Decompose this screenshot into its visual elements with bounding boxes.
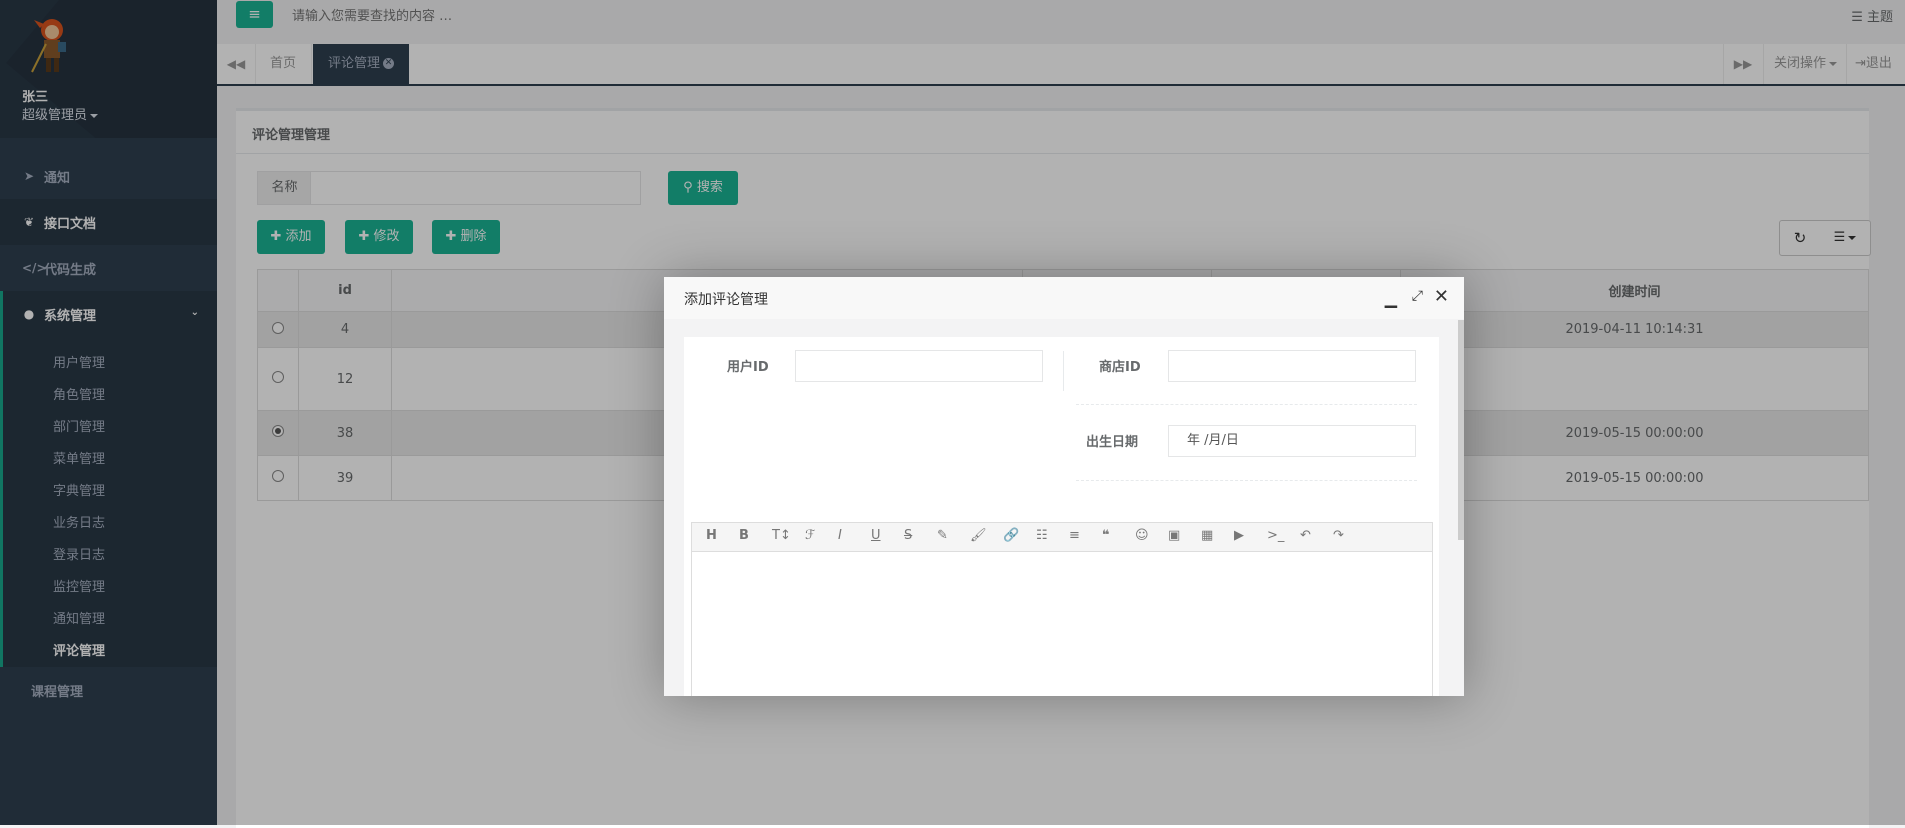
dialog-scrollbar[interactable] <box>1458 320 1464 540</box>
video-icon[interactable]: ▶ <box>1234 528 1244 543</box>
rich-text-editor[interactable] <box>691 551 1433 696</box>
align-icon[interactable]: ≡ <box>1069 528 1080 543</box>
editor-toolbar: H B T↕ ℱ I U S ✎ 🖌 🔗 ☷ ≡ ❝ ☺ ▣ ▦ ▶ >_ ↶ … <box>691 522 1433 552</box>
italic-icon[interactable]: I <box>838 528 842 543</box>
add-comment-dialog: 添加评论管理 ▁ ⤢ ✕ 用户ID 商店ID 出生日期 年 /月/日 H B T… <box>664 277 1464 696</box>
image-icon[interactable]: ▣ <box>1168 528 1180 543</box>
shop-id-label: 商店ID <box>1099 360 1141 375</box>
quote-icon[interactable]: ❝ <box>1102 528 1110 543</box>
redo-icon[interactable]: ↷ <box>1333 528 1344 543</box>
comment-form: 用户ID 商店ID 出生日期 年 /月/日 H B T↕ ℱ I U S ✎ 🖌… <box>684 337 1439 696</box>
font-icon[interactable]: ℱ <box>805 528 815 543</box>
birth-date-input[interactable]: 年 /月/日 <box>1168 425 1416 457</box>
divider <box>1063 351 1064 391</box>
list-ul-icon[interactable]: ☷ <box>1036 528 1048 543</box>
underline-icon[interactable]: U <box>871 528 881 543</box>
emoji-icon[interactable]: ☺ <box>1135 528 1149 543</box>
undo-icon[interactable]: ↶ <box>1300 528 1311 543</box>
text-size-icon[interactable]: T↕ <box>772 528 791 543</box>
minimize-icon[interactable]: ▁ <box>1385 289 1397 308</box>
shop-id-input[interactable] <box>1168 350 1416 382</box>
maximize-icon[interactable]: ⤢ <box>1412 288 1423 304</box>
close-icon[interactable]: ✕ <box>1434 286 1449 307</box>
brush-icon[interactable]: 🖌 <box>970 528 987 543</box>
user-id-label: 用户ID <box>727 360 769 375</box>
birth-date-label: 出生日期 <box>1086 435 1139 450</box>
dialog-body: 用户ID 商店ID 出生日期 年 /月/日 H B T↕ ℱ I U S ✎ 🖌… <box>664 319 1464 696</box>
link-icon[interactable]: 🔗 <box>1003 528 1019 543</box>
divider <box>1076 480 1417 481</box>
user-id-input[interactable] <box>795 350 1043 382</box>
bold-icon[interactable]: B <box>739 528 749 543</box>
highlight-icon[interactable]: ✎ <box>937 528 948 543</box>
dialog-title: 添加评论管理 <box>684 292 768 308</box>
code-icon[interactable]: >_ <box>1267 528 1284 543</box>
heading-icon[interactable]: H <box>706 528 717 543</box>
strikethrough-icon[interactable]: S <box>904 528 912 543</box>
dialog-header[interactable]: 添加评论管理 ▁ ⤢ ✕ <box>664 277 1464 320</box>
table-icon[interactable]: ▦ <box>1201 528 1213 543</box>
divider <box>1076 404 1417 405</box>
